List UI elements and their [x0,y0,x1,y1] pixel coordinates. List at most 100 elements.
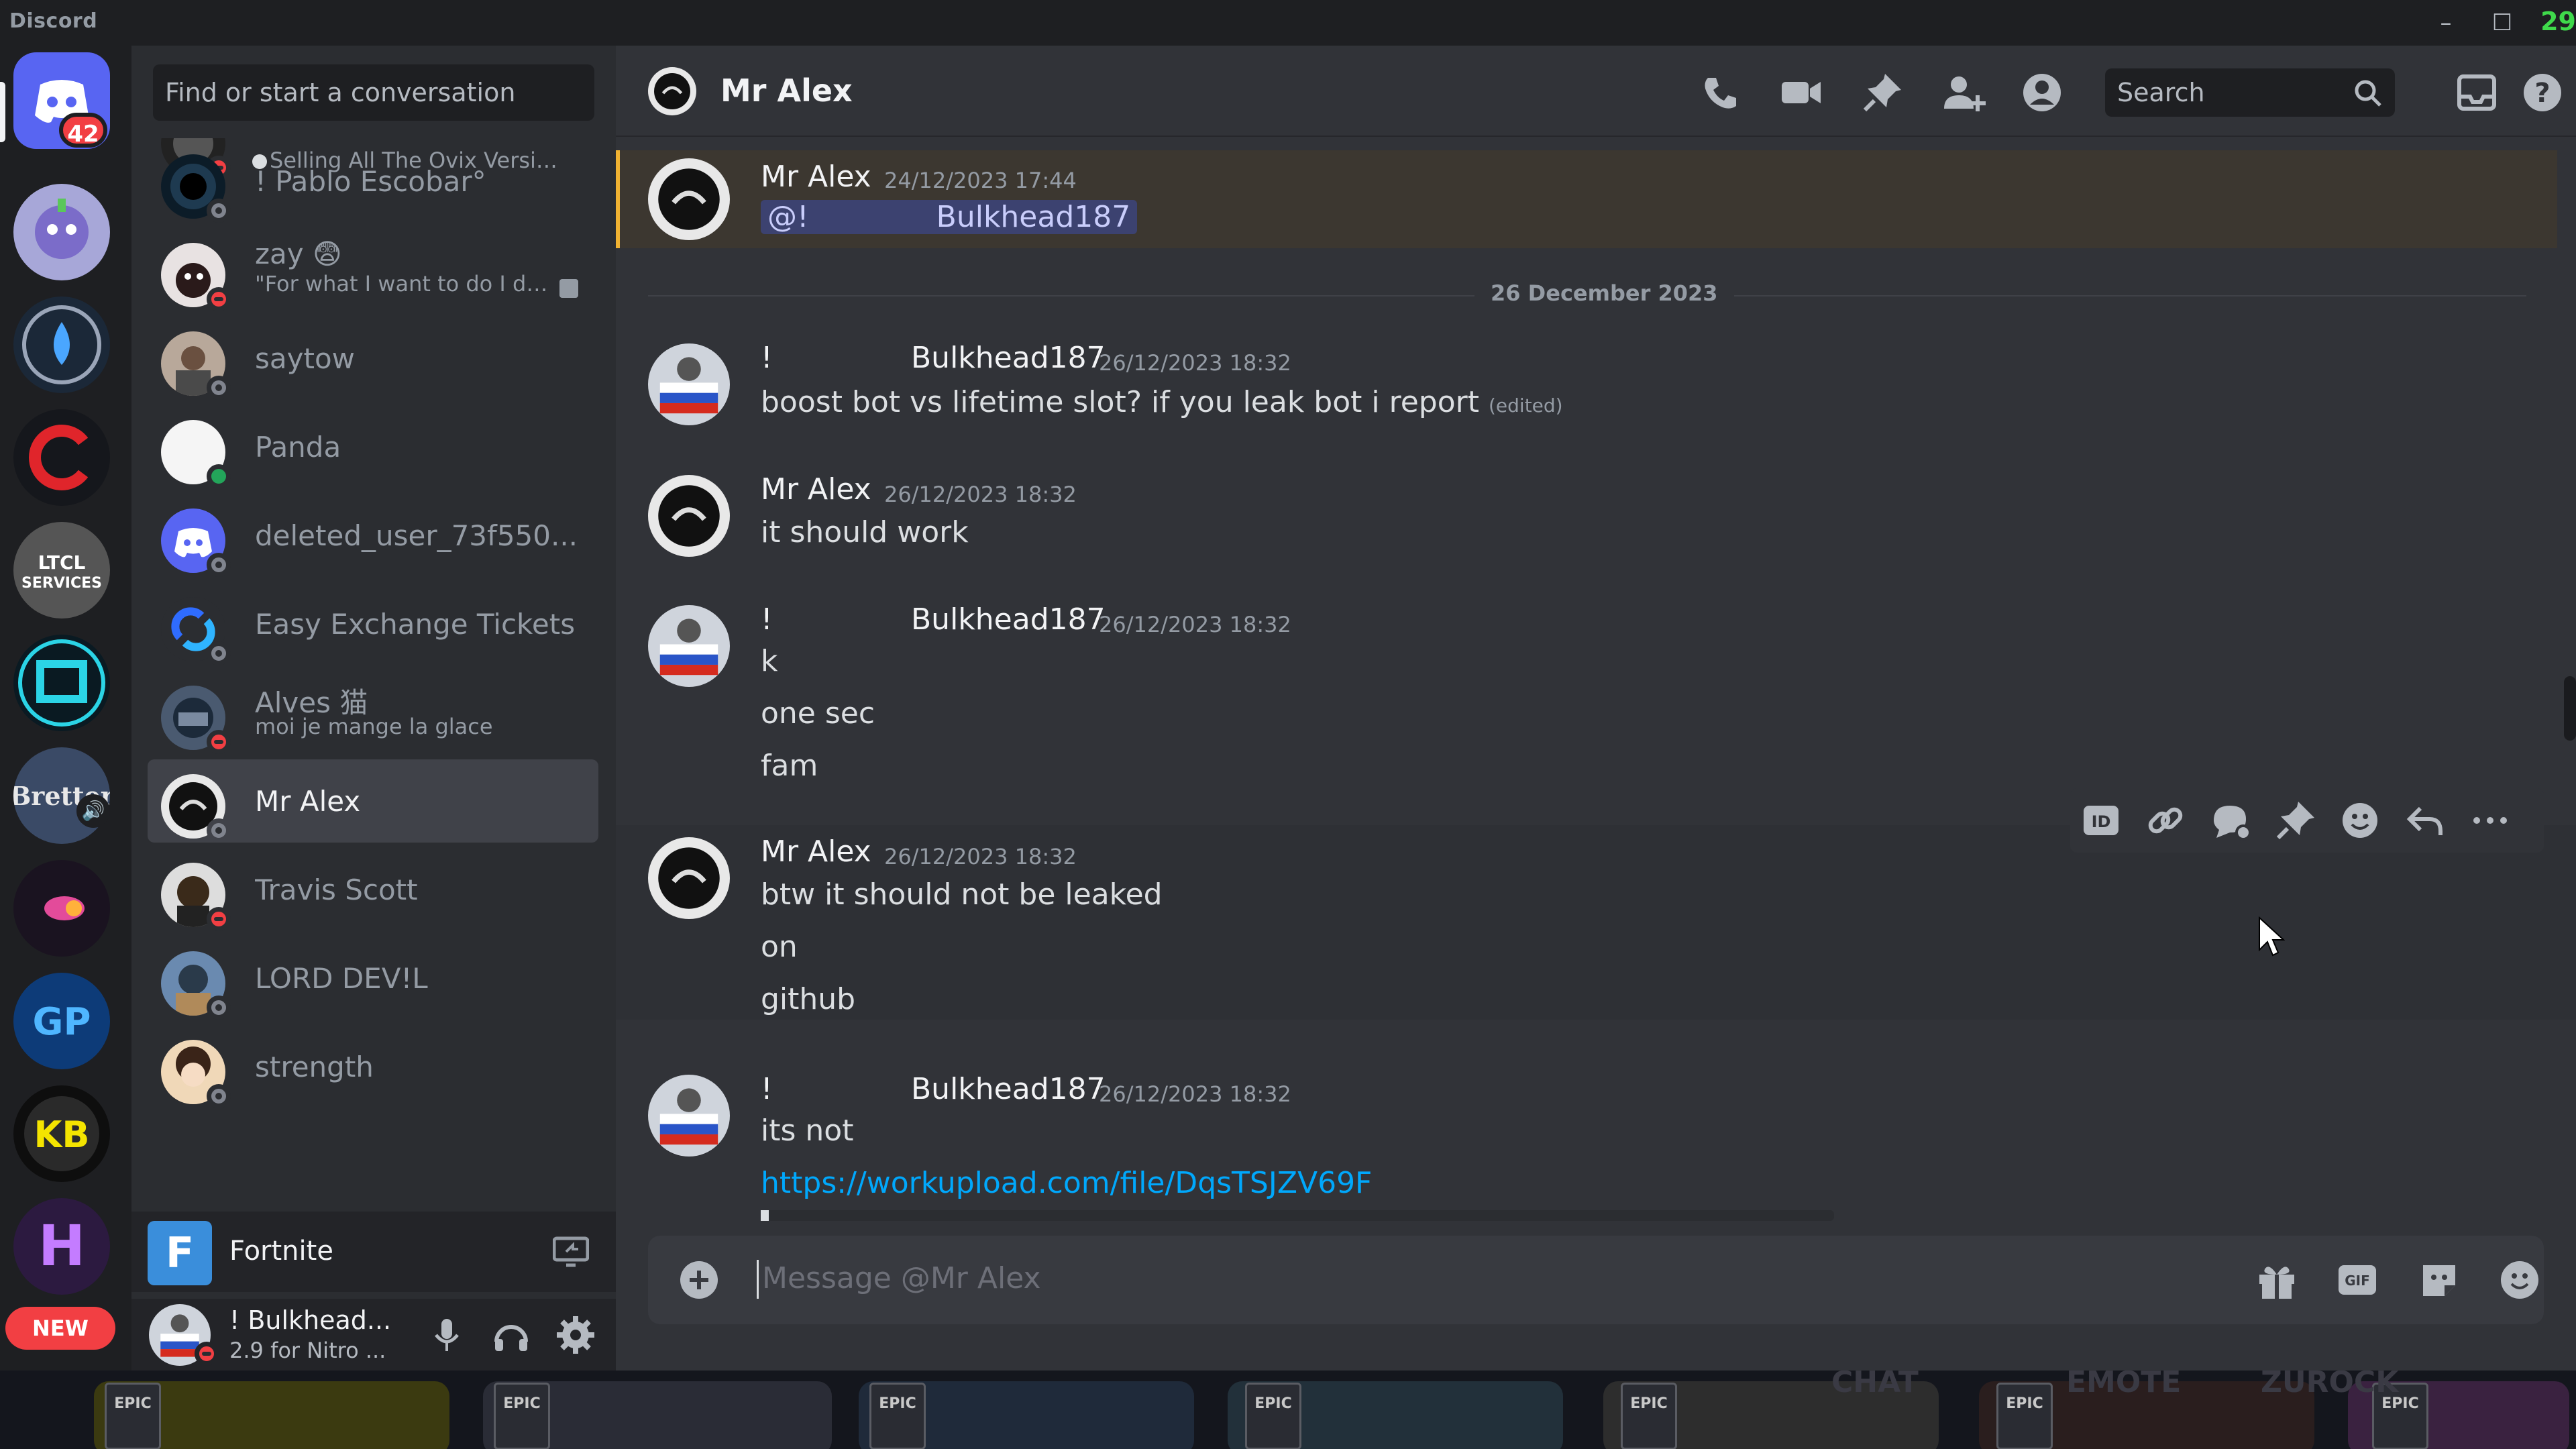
chat-scrollbar[interactable] [2564,676,2576,741]
gif-button[interactable]: GIF [2333,1256,2381,1304]
dm-item-zay[interactable]: zay 😨 "For what I want to do I do... [148,228,598,311]
message-input[interactable]: Message @Mr Alex [762,1261,1041,1295]
message-content: it should work [761,515,969,549]
sticker-button[interactable] [2415,1256,2463,1304]
fortnite-icon: F [148,1221,212,1285]
inbox-button[interactable] [2453,68,2501,117]
pin-icon [1863,74,1901,112]
title-bar: Discord – ☐ 29 [0,0,2576,46]
dm-search-input[interactable]: Find or start a conversation [153,64,594,121]
microphone-button[interactable] [423,1311,471,1359]
dm-item-name: Mr Alex [255,785,361,818]
copy-id-button[interactable]: ID [2077,796,2125,845]
gift-button[interactable] [2253,1256,2301,1304]
note-icon [559,279,578,298]
emoji-button[interactable] [2496,1256,2544,1304]
dm-item-alves[interactable]: Alves 猫 moi je mange la glace [148,671,598,754]
avatar[interactable] [648,837,730,919]
user-profile-button[interactable] [2018,68,2066,117]
message-group[interactable]: ! Bulkhead187 26/12/2023 18:32 boost bot… [616,341,2576,435]
reply-button[interactable] [2400,796,2449,845]
message-group[interactable]: ! Bulkhead187 26/12/2023 18:32 its not h… [616,1072,2576,1221]
activity-panel[interactable]: F Fortnite [131,1212,616,1292]
dm-item-sub: moi je mange la glace [255,714,493,739]
more-options-button[interactable] [2466,796,2514,845]
copy-link-button[interactable] [2141,796,2190,845]
dm-item-lord-devil[interactable]: LORD DEV!L [148,936,598,1020]
server-h-icon[interactable]: H [13,1198,110,1295]
server-kb-icon[interactable]: KB [13,1085,110,1182]
dm-item-pablo-escobar[interactable]: ! Pablo Escobar° [148,140,598,223]
server-gp-icon[interactable]: GP [13,973,110,1069]
dm-item-deleted-user[interactable]: deleted_user_73f550... [148,494,598,577]
server-c-icon[interactable] [13,409,110,506]
message-content: on [761,930,798,964]
message-author[interactable]: Mr Alex [761,835,871,869]
message-group[interactable]: ! Bulkhead187 26/12/2023 18:32 k one sec… [616,602,2576,783]
add-user-icon [1944,76,1986,111]
message-content: k [761,644,778,678]
maximize-button[interactable]: ☐ [2482,7,2522,39]
message-author[interactable]: Bulkhead187 [911,341,1106,375]
sticker-icon [2423,1265,2455,1296]
stream-screen-icon[interactable] [552,1236,590,1268]
dm-item-travis-scott[interactable]: Travis Scott [148,848,598,931]
avatar[interactable] [648,605,730,687]
bg-text: CHAT [1831,1371,1919,1399]
pin-message-button[interactable] [2271,796,2320,845]
dm-item-name: LORD DEV!L [255,962,428,995]
message-group[interactable]: Mr Alex 24/12/2023 17:44 @! Bulkhead187 [616,157,2576,244]
message-author[interactable]: Bulkhead187 [911,602,1106,637]
server-orb-icon[interactable] [13,860,110,957]
help-button[interactable]: ? [2518,68,2567,117]
add-reaction-button[interactable] [2336,796,2384,845]
message-content: github [761,982,856,1016]
dm-item-name: Easy Exchange Tickets [255,608,576,641]
message-author[interactable]: Mr Alex [761,160,871,194]
text-caret [757,1260,759,1299]
create-thread-button[interactable] [2206,796,2254,845]
user-mention[interactable]: @! Bulkhead187 [761,200,1138,234]
avatar[interactable] [648,158,730,240]
gear-icon [557,1316,594,1354]
dm-item-strength[interactable]: strength [148,1025,598,1108]
minimize-button[interactable]: – [2426,7,2466,39]
avatar[interactable] [648,1075,730,1157]
message-link[interactable]: https://workupload.com/file/DqsTSJZV69F [761,1166,1372,1200]
game-name: Fortnite [229,1236,333,1267]
headphones-button[interactable] [487,1311,535,1359]
server-rail: 42 LTCL SERVICES Bretter 🔊 GP KB H NEW [0,46,131,1371]
settings-button[interactable] [551,1311,600,1359]
dnd-status-icon [207,730,231,754]
message-author[interactable]: Bulkhead187 [911,1072,1106,1106]
dm-item-mr-alex[interactable]: Mr Alex [148,759,598,843]
server-ltcl-icon[interactable]: LTCL SERVICES [13,522,110,619]
upload-button[interactable] [675,1256,723,1304]
server-shield-icon[interactable] [13,635,110,731]
desktop-background-strip: EPIC EPIC EPIC EPIC EPIC EPIC EPIC CHAT … [0,1371,2576,1449]
avatar[interactable] [648,343,730,425]
online-status-icon [207,464,231,488]
avatar[interactable] [648,475,730,557]
date-divider-label: 26 December 2023 [1474,280,1734,306]
chat-title: Mr Alex [720,72,853,109]
server-robot-icon[interactable] [13,184,110,280]
new-badge[interactable]: NEW [5,1307,115,1350]
message-group[interactable]: Mr Alex 26/12/2023 18:32 it should work [616,472,2576,566]
voice-call-button[interactable] [1696,68,1744,117]
dm-item-saytow[interactable]: saytow [148,317,598,400]
pinned-messages-button[interactable] [1858,68,1907,117]
message-author[interactable]: Mr Alex [761,472,871,506]
add-friends-to-dm-button[interactable] [1939,68,1987,117]
more-dots-icon [2473,817,2507,824]
message-composer[interactable]: Message @Mr Alex GIF [648,1236,2544,1324]
message-content: @! Bulkhead187 [761,200,1138,234]
dm-item-panda[interactable]: Panda [148,405,598,488]
offline-status-icon [207,553,231,577]
message-timestamp: 26/12/2023 18:32 [1099,1081,1291,1107]
dnd-status-icon [207,287,231,311]
server-drop-icon[interactable] [13,297,110,393]
dm-item-easy-exchange-tickets[interactable]: Easy Exchange Tickets [148,582,598,665]
chat-search-input[interactable]: Search [2105,68,2395,117]
video-call-button[interactable] [1776,68,1825,117]
